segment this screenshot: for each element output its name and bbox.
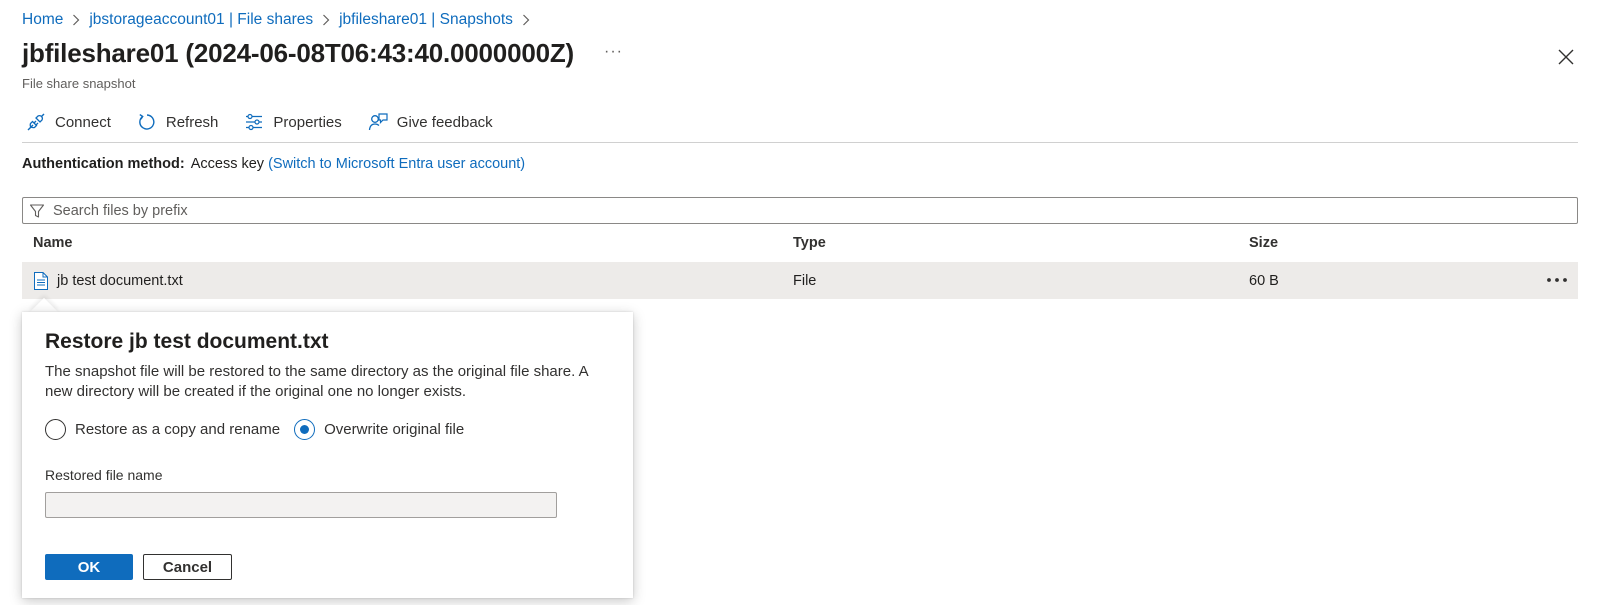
cell-size: 60 B bbox=[1249, 272, 1279, 289]
command-bar: Connect Refresh Properties Give feedback bbox=[22, 107, 515, 137]
search-input[interactable] bbox=[51, 201, 1577, 220]
ok-button[interactable]: OK bbox=[45, 554, 133, 580]
text-file-icon bbox=[34, 271, 48, 290]
overwrite-option[interactable]: Overwrite original file bbox=[294, 419, 464, 440]
restore-dialog-title: Restore jb test document.txt bbox=[45, 330, 329, 353]
sliders-icon bbox=[246, 113, 263, 131]
more-options-button[interactable]: ··· bbox=[604, 43, 623, 65]
switch-auth-link[interactable]: (Switch to Microsoft Entra user account) bbox=[268, 156, 525, 172]
breadcrumb-storage-account[interactable]: jbstorageaccount01 | File shares bbox=[89, 11, 313, 29]
restore-copy-option[interactable]: Restore as a copy and rename bbox=[45, 419, 280, 440]
ellipsis-icon bbox=[1547, 278, 1567, 282]
toolbar-divider bbox=[22, 142, 1578, 143]
radio-checked-icon[interactable] bbox=[294, 419, 316, 440]
refresh-icon bbox=[139, 114, 155, 130]
restore-copy-label: Restore as a copy and rename bbox=[75, 421, 281, 438]
cell-type: File bbox=[793, 272, 817, 289]
search-box[interactable] bbox=[22, 197, 1578, 224]
cancel-button[interactable]: Cancel bbox=[143, 554, 232, 580]
page-title: jbfileshare01 (2024-06-08T06:43:40.00000… bbox=[22, 38, 574, 68]
chevron-right-icon bbox=[72, 14, 80, 26]
restore-option-group: Restore as a copy and rename Overwrite o… bbox=[45, 419, 478, 440]
restored-file-name-input[interactable] bbox=[45, 492, 557, 518]
breadcrumb-home[interactable]: Home bbox=[22, 11, 63, 29]
refresh-label: Refresh bbox=[165, 113, 219, 131]
cell-name: jb test document.txt bbox=[33, 262, 183, 299]
breadcrumb-snapshots[interactable]: jbfileshare01 | Snapshots bbox=[339, 11, 513, 29]
breadcrumb: Home jbstorageaccount01 | File shares jb… bbox=[22, 10, 539, 30]
auth-method-label: Authentication method: bbox=[22, 156, 185, 172]
close-icon bbox=[1558, 49, 1574, 65]
give-feedback-button[interactable]: Give feedback bbox=[364, 107, 497, 137]
connect-label: Connect bbox=[55, 113, 111, 131]
column-header-size[interactable]: Size bbox=[1249, 235, 1278, 251]
title-row: jbfileshare01 (2024-06-08T06:43:40.00000… bbox=[22, 38, 623, 69]
column-header-type[interactable]: Type bbox=[793, 235, 826, 251]
feedback-icon bbox=[368, 113, 388, 131]
properties-label: Properties bbox=[273, 113, 342, 131]
chevron-right-icon bbox=[322, 14, 330, 26]
file-name[interactable]: jb test document.txt bbox=[57, 273, 183, 289]
overwrite-label: Overwrite original file bbox=[324, 421, 465, 438]
chevron-right-icon bbox=[522, 14, 530, 26]
authentication-method: Authentication method: Access key (Switc… bbox=[22, 156, 525, 172]
restored-file-name-label: Restored file name bbox=[45, 467, 163, 483]
restore-dialog-description: The snapshot file will be restored to th… bbox=[45, 363, 588, 400]
give-feedback-label: Give feedback bbox=[396, 113, 493, 131]
column-header-name[interactable]: Name bbox=[33, 235, 73, 251]
radio-unchecked-icon[interactable] bbox=[45, 419, 66, 440]
refresh-button[interactable]: Refresh bbox=[133, 107, 223, 137]
filter-icon bbox=[29, 203, 45, 218]
restore-dialog: Restore jb test document.txt The snapsho… bbox=[22, 312, 633, 598]
table-row[interactable]: jb test document.txt File 60 B bbox=[22, 262, 1578, 299]
page-subtitle: File share snapshot bbox=[22, 76, 136, 91]
connect-button[interactable]: Connect bbox=[22, 107, 115, 137]
auth-method-value: Access key bbox=[190, 156, 265, 172]
close-button[interactable] bbox=[1556, 47, 1576, 67]
properties-button[interactable]: Properties bbox=[240, 107, 345, 137]
row-more-button[interactable] bbox=[1546, 270, 1568, 290]
plug-icon bbox=[27, 113, 45, 131]
